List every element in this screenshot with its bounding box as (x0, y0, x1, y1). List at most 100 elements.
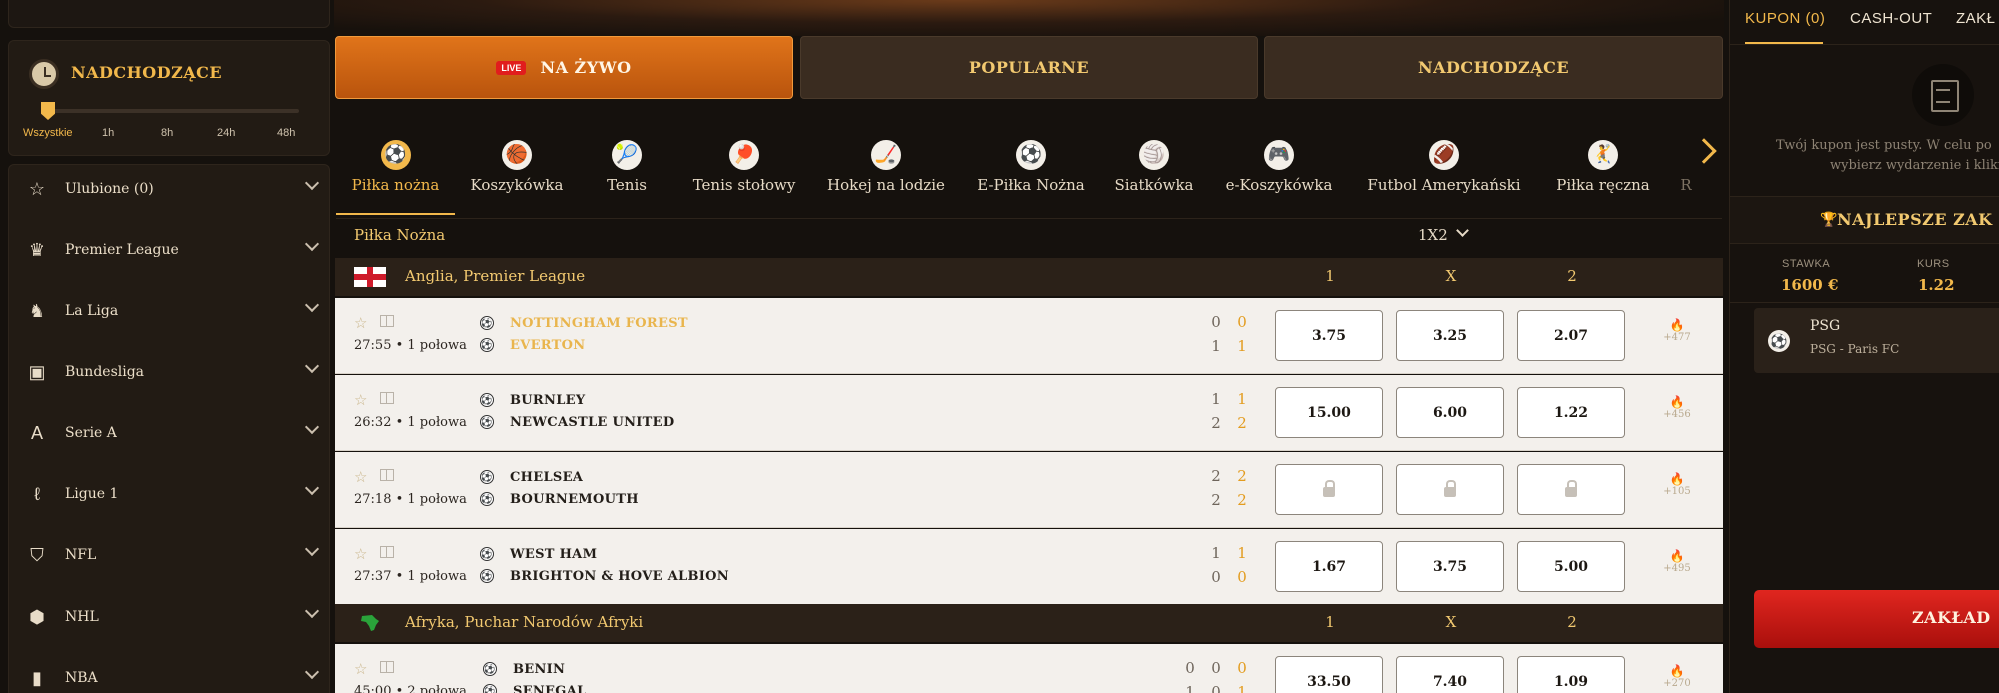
odd-button-x[interactable]: 3.75 (1396, 541, 1504, 592)
chevron-down-icon[interactable] (1456, 224, 1469, 237)
sport-basketball[interactable]: 🏀 Koszykówka (462, 140, 572, 208)
tab-upcoming[interactable]: NADCHODZĄCE (1264, 36, 1723, 99)
time-filter-all[interactable]: Wszystkie (23, 127, 73, 139)
divider (1730, 44, 1999, 45)
sport-volleyball[interactable]: 🏐 Siatkówka (1110, 140, 1198, 208)
odd-button-1[interactable]: 1.67 (1275, 541, 1383, 592)
odd-button-x[interactable]: 6.00 (1396, 387, 1504, 438)
more-markets[interactable]: 🔥 +270 (1657, 664, 1697, 689)
nav-item-nhl[interactable]: ⬢ NHL (9, 593, 331, 641)
odd-button-locked (1275, 464, 1383, 515)
market-selector[interactable]: 1X2 (1418, 226, 1448, 244)
time-slider-track[interactable] (47, 109, 299, 113)
sport-handball[interactable]: 🤾 Piłka ręczna (1548, 140, 1658, 208)
sport-american-football[interactable]: 🏈 Futbol Amerykański (1358, 140, 1530, 208)
odd-button-2[interactable]: 1.22 (1517, 387, 1625, 438)
hero-banner (334, 0, 1724, 36)
time-filter-8h[interactable]: 8h (161, 127, 173, 139)
match-row[interactable]: ☆ 45:00 • 2 połowa ⚽ ⚽ BENIN SENEGAL 0 0… (335, 644, 1723, 693)
chevron-down-icon (304, 236, 320, 252)
nav-item-nba[interactable]: ▮ NBA (9, 654, 331, 693)
nav-item-premier-league[interactable]: ♛ Premier League (9, 226, 331, 274)
football-icon: ⚽ (1768, 330, 1790, 352)
tab-bets[interactable]: ZAKŁ (1956, 10, 1996, 27)
more-markets[interactable]: 🔥 +495 (1657, 549, 1697, 574)
more-markets-count: +477 (1663, 332, 1691, 343)
tab-coupon[interactable]: KUPON (0) (1745, 10, 1825, 27)
stats-icon[interactable] (380, 469, 394, 481)
time-slider-handle[interactable] (41, 102, 55, 120)
chevron-down-icon (304, 297, 320, 313)
clock-icon (29, 59, 59, 89)
lock-icon (1565, 479, 1577, 497)
stats-icon[interactable] (380, 546, 394, 558)
place-bet-button[interactable]: ZAKŁAD (1754, 590, 1999, 648)
nav-item-bundesliga[interactable]: ▣ Bundesliga (9, 348, 331, 396)
star-icon[interactable]: ☆ (354, 391, 367, 409)
sport-football[interactable]: ⚽ Piłka nożna (336, 140, 455, 208)
away-score-total: 2 (1237, 491, 1247, 509)
football-icon: ⚽ (380, 140, 411, 170)
stats-icon[interactable] (380, 392, 394, 404)
volleyball-icon: 🏐 (1139, 140, 1169, 170)
stats-icon[interactable] (380, 661, 394, 673)
match-row[interactable]: ☆ 27:55 • 1 połowa ⚽ ⚽ NOTTINGHAM FOREST… (335, 298, 1723, 374)
table-tennis-icon: 🏓 (729, 140, 759, 170)
nav-item-ligue-1[interactable]: ℓ Ligue 1 (9, 470, 331, 518)
active-sport-underline (336, 213, 455, 215)
sport-e-football[interactable]: ⚽ E-Piłka Nożna (970, 140, 1092, 208)
star-icon[interactable]: ☆ (354, 545, 367, 563)
odd-button-2[interactable]: 5.00 (1517, 541, 1625, 592)
odd-button-1[interactable]: 3.75 (1275, 310, 1383, 361)
match-row[interactable]: ☆ 26:32 • 1 połowa ⚽ ⚽ BURNLEY NEWCASTLE… (335, 375, 1723, 451)
nav-label: Premier League (65, 242, 179, 258)
star-icon[interactable]: ☆ (354, 314, 367, 332)
stats-icon[interactable] (380, 315, 394, 327)
la-liga-icon: ♞ (28, 300, 46, 321)
odd-button-2[interactable]: 2.07 (1517, 310, 1625, 361)
ball-icon: ⚽ (483, 662, 497, 676)
odd-button-1[interactable]: 15.00 (1275, 387, 1383, 438)
home-score-total: 1 (1237, 544, 1247, 562)
nav-item-nfl[interactable]: ⛉ NFL (9, 531, 331, 579)
star-icon[interactable]: ☆ (354, 468, 367, 486)
more-markets[interactable]: 🔥 +477 (1657, 318, 1697, 343)
trophy-icon: 🏆 (1820, 211, 1838, 227)
away-score-total: 1 (1237, 337, 1247, 355)
nav-item-la-liga[interactable]: ♞ La Liga (9, 287, 331, 335)
time-filter-24h[interactable]: 24h (217, 127, 235, 139)
nav-item-favorites[interactable]: ☆ Ulubione (0) (9, 165, 331, 213)
odd-button-x[interactable]: 3.25 (1396, 310, 1504, 361)
chevron-down-icon (304, 358, 320, 374)
match-time: 45:00 • 2 połowa (354, 684, 467, 693)
tab-cash-out[interactable]: CASH-OUT (1850, 10, 1932, 27)
away-score-total: 2 (1237, 414, 1247, 432)
home-team: CHELSEA (510, 470, 584, 485)
away-score: 2 (1211, 491, 1221, 509)
ball-icon: ⚽ (480, 547, 494, 561)
away-score: 0 (1211, 683, 1221, 693)
more-markets[interactable]: 🔥 +456 (1657, 395, 1697, 420)
more-markets[interactable]: 🔥 +105 (1657, 472, 1697, 497)
time-filter-48h[interactable]: 48h (277, 127, 295, 139)
time-filter-1h[interactable]: 1h (102, 127, 114, 139)
home-team: NOTTINGHAM FOREST (510, 316, 688, 331)
nav-item-serie-a[interactable]: A Serie A (9, 409, 331, 457)
odd-button-x[interactable]: 7.40 (1396, 656, 1504, 693)
odd-button-1[interactable]: 33.50 (1275, 656, 1383, 693)
match-row[interactable]: ☆ 27:18 • 1 połowa ⚽ ⚽ CHELSEA BOURNEMOU… (335, 452, 1723, 528)
tab-live[interactable]: LIVE NA ŻYWO (335, 36, 793, 99)
away-team: BOURNEMOUTH (510, 492, 639, 507)
best-bet-pick[interactable]: ⚽ PSG PSG - Paris FC (1754, 308, 1999, 373)
sport-ice-hockey[interactable]: 🏒 Hokej na lodzie (820, 140, 952, 208)
league-name: Afryka, Puchar Narodów Afryki (405, 613, 644, 631)
sport-e-basketball[interactable]: 🎮 e-Koszykówka (1218, 140, 1340, 208)
live-badge: LIVE (496, 60, 527, 75)
away-team: SENEGAL (513, 684, 587, 693)
sport-table-tennis[interactable]: 🏓 Tenis stołowy (683, 140, 805, 208)
match-row[interactable]: ☆ 27:37 • 1 połowa ⚽ ⚽ WEST HAM BRIGHTON… (335, 529, 1723, 605)
star-icon[interactable]: ☆ (354, 660, 367, 678)
sport-tennis[interactable]: 🎾 Tenis (590, 140, 664, 208)
tab-popular[interactable]: POPULARNE (800, 36, 1258, 99)
odd-button-2[interactable]: 1.09 (1517, 656, 1625, 693)
